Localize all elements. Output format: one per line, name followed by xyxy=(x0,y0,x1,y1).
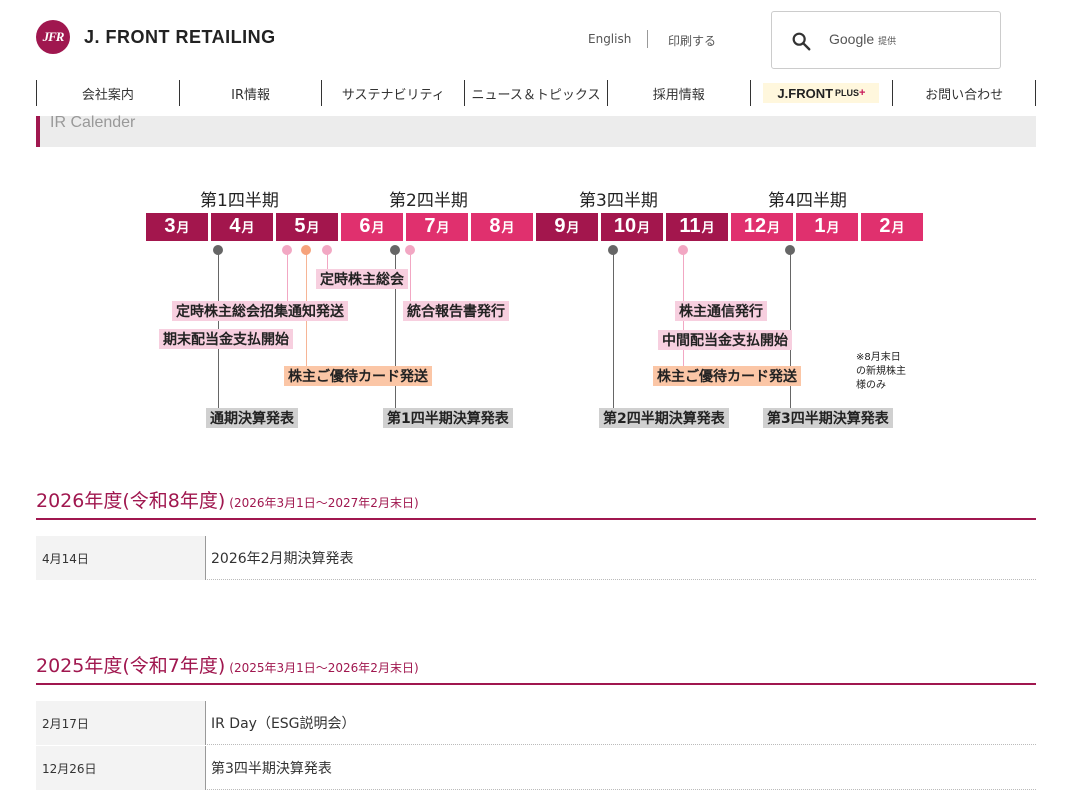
event-dot xyxy=(785,245,795,255)
row-date: 4月14日 xyxy=(36,536,206,580)
month-cell: 7月 xyxy=(406,213,468,241)
footnote-line: の新規株主 xyxy=(856,366,906,377)
table-row: 4月14日 2026年2月期決算発表 xyxy=(36,536,1036,580)
event-dot xyxy=(322,245,332,255)
event-label-agm: 定時株主総会 xyxy=(316,269,408,289)
month-cell: 4月 xyxy=(211,213,273,241)
row-date: 2月17日 xyxy=(36,701,206,745)
event-dot xyxy=(608,245,618,255)
event-dot xyxy=(301,245,311,255)
row-event: IR Day（ESG説明会） xyxy=(211,716,356,732)
connector-line xyxy=(613,250,614,408)
year-heading-2026: 2026年度(令和8年度) (2026年3月1日〜2027年2月末日) xyxy=(36,486,1036,520)
event-dot xyxy=(213,245,223,255)
year-title: 2025年度(令和7年度) xyxy=(36,655,226,677)
event-label-integrated-report: 統合報告書発行 xyxy=(403,301,509,321)
connector-line xyxy=(410,250,411,302)
event-label-agm-notice: 定時株主総会招集通知発送 xyxy=(172,301,348,321)
year-range: (2026年3月1日〜2027年2月末日) xyxy=(229,496,419,510)
month-cell: 1月 xyxy=(796,213,858,241)
event-dot xyxy=(405,245,415,255)
table-row: 12月26日 第3四半期決算発表 xyxy=(36,746,1036,790)
row-event: 2026年2月期決算発表 xyxy=(211,551,354,567)
event-label-newsletter: 株主通信発行 xyxy=(675,301,767,321)
event-label-q1-results: 第1四半期決算発表 xyxy=(383,408,513,428)
event-label-benefit-card: 株主ご優待カード発送 xyxy=(653,366,801,386)
footnote-line: 様のみ xyxy=(856,380,886,391)
event-dot xyxy=(678,245,688,255)
event-label-benefit-card: 株主ご優待カード発送 xyxy=(284,366,432,386)
row-event: 第3四半期決算発表 xyxy=(211,761,332,777)
quarter-1-label: 第1四半期 xyxy=(200,191,279,211)
year-title: 2026年度(令和8年度) xyxy=(36,490,226,512)
month-cell: 5月 xyxy=(276,213,338,241)
quarter-3-label: 第3四半期 xyxy=(579,191,658,211)
row-date: 12月26日 xyxy=(36,746,206,790)
year-heading-2025: 2025年度(令和7年度) (2025年3月1日〜2026年2月末日) xyxy=(36,651,1036,685)
quarter-4-label: 第4四半期 xyxy=(768,191,847,211)
month-cell: 3月 xyxy=(146,213,208,241)
month-cell: 12 月 xyxy=(731,213,793,241)
month-cell: 6月 xyxy=(341,213,403,241)
footnote-line: ※8月末日 xyxy=(856,352,901,363)
month-cell: 8月 xyxy=(471,213,533,241)
event-label-interim-dividend: 中間配当金支払開始 xyxy=(658,330,792,350)
month-cell: 2月 xyxy=(861,213,923,241)
ir-calendar-diagram: 第1四半期 第2四半期 第3四半期 第4四半期 3月 4月 5月 6月 7月 8… xyxy=(0,0,1072,450)
event-label-year-end-dividend: 期末配当金支払開始 xyxy=(159,329,293,349)
month-cell: 11 月 xyxy=(666,213,728,241)
event-dot xyxy=(390,245,400,255)
event-dot xyxy=(282,245,292,255)
connector-line xyxy=(287,250,288,302)
footnote: ※8月末日 の新規株主 様のみ xyxy=(856,351,906,393)
event-label-q3-results: 第3四半期決算発表 xyxy=(763,408,893,428)
month-cell: 10 月 xyxy=(601,213,663,241)
event-label-q2-results: 第2四半期決算発表 xyxy=(599,408,729,428)
table-row: 2月17日 IR Day（ESG説明会） xyxy=(36,701,1036,745)
year-range: (2025年3月1日〜2026年2月末日) xyxy=(229,661,419,675)
month-cell: 9月 xyxy=(536,213,598,241)
event-label-fy-results: 通期決算発表 xyxy=(206,408,298,428)
quarter-2-label: 第2四半期 xyxy=(389,191,468,211)
